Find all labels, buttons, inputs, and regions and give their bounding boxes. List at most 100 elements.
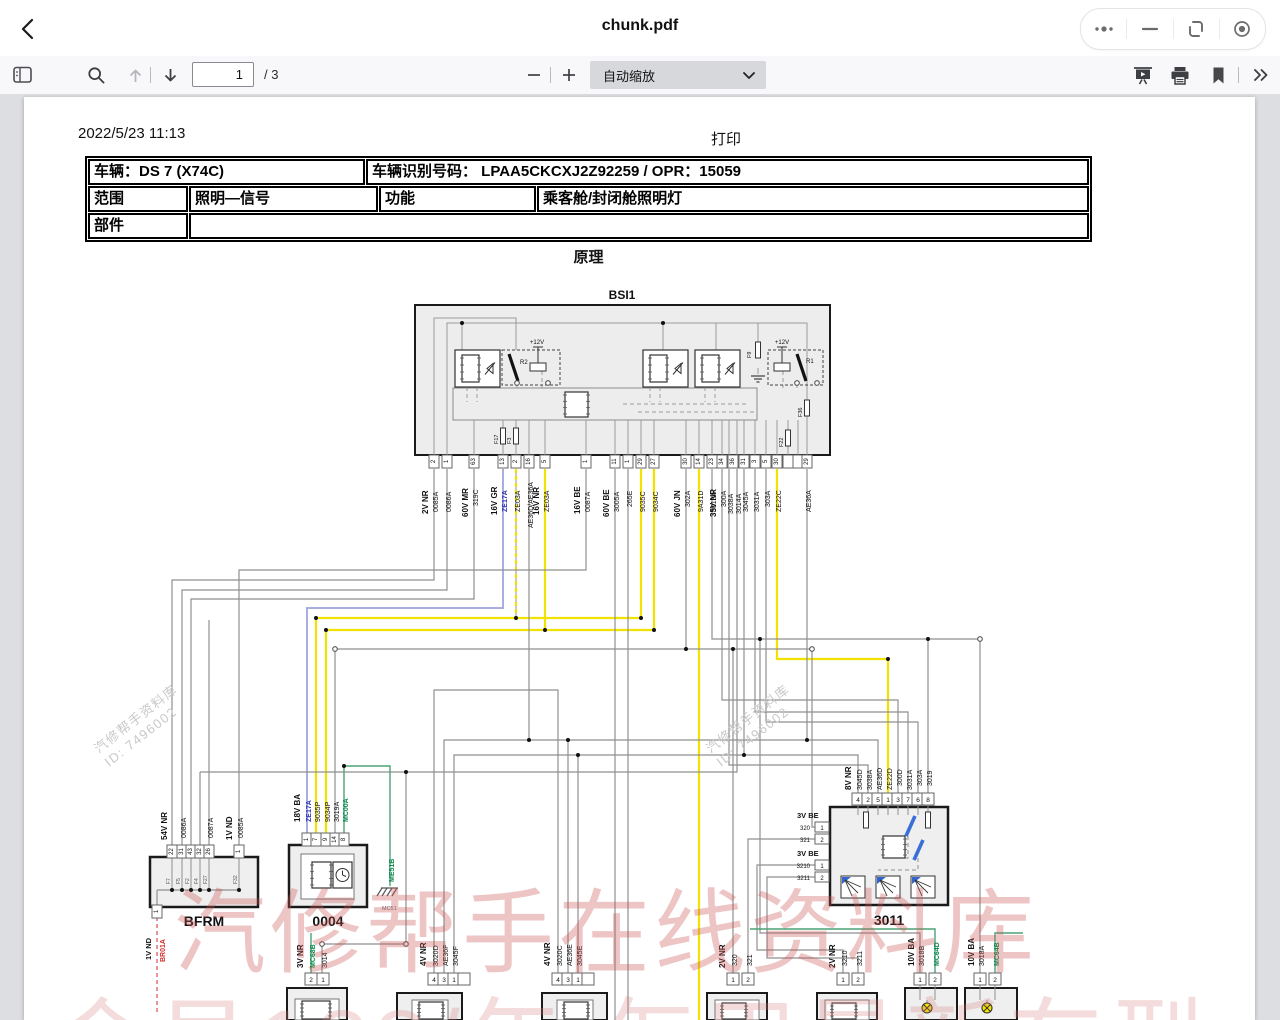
zoom-out-button[interactable] — [521, 63, 547, 87]
wire — [182, 469, 447, 845]
schematic-label: 3018A — [711, 491, 718, 512]
schematic-label: F3 — [507, 438, 513, 444]
junction-dot — [576, 753, 580, 757]
plus-icon — [561, 67, 577, 83]
junction-dot — [527, 738, 531, 742]
record-button[interactable] — [1220, 9, 1265, 49]
arrow-down-icon — [161, 66, 180, 85]
schematic-label: F17 — [494, 435, 500, 444]
schematic-label: 1V ND — [144, 937, 153, 960]
pin-number: 31 — [741, 458, 747, 465]
junction-ring — [546, 381, 551, 386]
presentation-mode-button[interactable] — [1130, 63, 1156, 87]
schematic-label: 9034C — [653, 491, 660, 512]
junction-ring — [978, 637, 983, 642]
schematic-label: 9035C — [640, 491, 647, 512]
schematic-label: F36 — [798, 408, 804, 417]
pin-number: 31 — [179, 848, 185, 855]
pin-number: 32 — [197, 848, 203, 855]
bookmark-button[interactable] — [1205, 63, 1231, 87]
schematic-label: 0087A — [208, 817, 215, 838]
schematic-label: 3031A — [754, 491, 761, 512]
next-page-button[interactable] — [157, 63, 183, 87]
junction-dot — [566, 738, 570, 742]
print-label: 打印 — [711, 128, 741, 149]
sidebar-toggle-button[interactable] — [10, 63, 36, 87]
schematic-label: ZE17A — [306, 800, 313, 822]
junction-dot — [404, 770, 408, 774]
pin-number: 43 — [188, 848, 194, 855]
schematic-label: AE36D/AE36A — [528, 482, 535, 528]
schematic-label: 3019 — [927, 770, 934, 786]
minus-icon — [526, 67, 542, 83]
resistor-icon — [926, 812, 931, 828]
pin-number: 14 — [332, 836, 338, 843]
toolbar-divider — [550, 67, 551, 83]
schematic-label: F9 — [747, 352, 753, 358]
minimize-icon — [1140, 19, 1160, 39]
titlebar: chunk.pdf — [0, 0, 1280, 57]
wire — [766, 469, 918, 793]
table-cell: 乘客舱/封闭舱照明灯 — [537, 186, 1089, 212]
schematic-label: 303A — [765, 490, 772, 507]
pin-number: 6 — [916, 797, 920, 804]
pdf-viewer-area[interactable]: 2163132165111129273014233436313530292231… — [0, 94, 1280, 1020]
pin-number: 29 — [638, 458, 644, 465]
junction-ring — [795, 381, 800, 386]
search-button[interactable] — [83, 63, 109, 87]
table-row: 部件 — [88, 213, 1089, 239]
schematic-label: F22 — [779, 438, 785, 447]
junction-dot — [731, 647, 735, 651]
schematic-label: 9035P — [315, 801, 322, 822]
pin-number: 16 — [526, 458, 532, 465]
schematic-label: 8V NR — [844, 766, 853, 790]
junction-dot — [324, 628, 328, 632]
page-number-input[interactable] — [192, 62, 254, 87]
junction-dot — [926, 637, 930, 641]
relay-coil — [530, 363, 546, 371]
pdf-page: 2163132165111129273014233436313530292231… — [24, 97, 1255, 1020]
schematic-label: 9A31D — [698, 491, 705, 512]
junction-dot — [805, 738, 809, 742]
restore-window-button[interactable] — [1174, 9, 1219, 49]
toolbar-divider — [150, 67, 151, 83]
chip-icon — [565, 392, 588, 417]
schematic-label: AE36D — [877, 768, 884, 790]
zoom-in-button[interactable] — [556, 63, 582, 87]
schematic-label: 3V BE — [797, 811, 819, 820]
more-options-button[interactable] — [1081, 9, 1126, 49]
fuse-icon — [786, 430, 791, 446]
schematic-label: 0086A — [181, 817, 188, 838]
pin-number: 30 — [774, 458, 780, 465]
schematic-label: 319C — [473, 489, 480, 506]
junction-ring — [810, 647, 815, 652]
schematic-label: 60V JN — [673, 490, 682, 517]
schematic-label: 3038A — [867, 769, 874, 790]
page-count-label: / 3 — [264, 67, 278, 82]
fuse-icon — [501, 428, 506, 444]
schematic-label: R1 — [806, 359, 814, 365]
pin-number: 3 — [896, 797, 900, 804]
fuse-icon — [805, 400, 810, 416]
pin-number: 2 — [866, 797, 870, 804]
schematic-label: 0086A — [446, 491, 453, 512]
junction-dot — [342, 764, 346, 768]
table-cell: 车辆识别号码： LPAA5CKCXJ2Z92259 / OPR：15059 — [366, 159, 1089, 185]
window-controls — [1080, 8, 1266, 50]
junction-dot — [758, 637, 762, 641]
schematic-label: 2V NR — [421, 490, 430, 514]
more-tools-button[interactable] — [1248, 63, 1274, 87]
schematic-label: +12V — [530, 340, 544, 346]
principle-title: 原理 — [85, 246, 1092, 267]
print-button[interactable] — [1167, 63, 1193, 87]
zoom-select[interactable]: 自动缩放 — [590, 61, 766, 89]
table-cell: 部件 — [88, 213, 188, 239]
bookmark-icon — [1211, 66, 1226, 85]
schematic-label: F7 — [166, 878, 172, 884]
minimize-button[interactable] — [1127, 9, 1172, 49]
pin-number: 11 — [612, 458, 618, 465]
junction-dot — [661, 321, 665, 325]
schematic-label: 1V ND — [225, 816, 234, 840]
wire — [316, 469, 641, 833]
previous-page-button[interactable] — [122, 63, 148, 87]
